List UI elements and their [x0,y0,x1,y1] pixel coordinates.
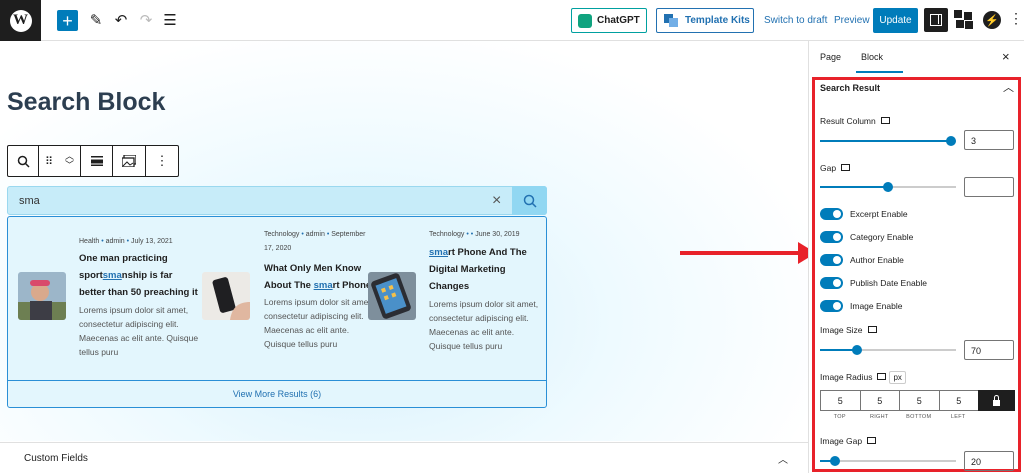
tab-block[interactable]: Block [861,52,883,62]
annotation-arrow [680,251,800,255]
chevron-up-icon[interactable]: ︿ [1003,79,1014,95]
search-icon [523,194,537,208]
result-meta: Technology • • June 30, 2019 [429,231,520,238]
undo-icon[interactable]: ↶ [112,11,130,29]
radius-bottom-input[interactable]: 5 [899,390,939,411]
desktop-icon[interactable] [880,117,890,125]
author-enable-toggle[interactable]: Author Enable [820,254,904,266]
result-title[interactable]: One man practicing sportsmanship is far … [79,250,199,301]
tab-page[interactable]: Page [820,52,841,62]
result-title[interactable]: smart Phone And The Digital Marketing Ch… [429,244,541,295]
search-input[interactable]: sma × [7,186,547,215]
settings-sidebar-toggle-icon[interactable] [924,8,948,32]
publish-date-enable-toggle[interactable]: Publish Date Enable [820,277,927,289]
result-column-input[interactable]: 3 [964,130,1014,150]
image-gap-input[interactable]: 20 [964,451,1014,471]
blocks-icon[interactable] [954,10,974,30]
image-gap-slider[interactable] [820,456,956,466]
redo-icon[interactable]: ↷ [137,11,155,29]
image-enable-toggle[interactable]: Image Enable [820,300,902,312]
result-thumbnail [202,272,250,320]
radius-top-input[interactable]: 5 [820,390,860,411]
image-size-label: Image Size [820,325,877,335]
desktop-icon[interactable] [877,373,887,381]
radius-left-label: LEFT [950,414,966,420]
chevron-up-icon[interactable]: ︿ [778,451,788,466]
image-gap-label: Image Gap [820,436,877,446]
image-size-slider[interactable] [820,345,956,355]
editor-canvas: Search Block ⠿ ︿ ﹀ ⋮ sma × Health • admin [0,41,808,441]
desktop-icon[interactable] [867,437,877,445]
result-excerpt: Lorems ipsum dolor sit amet, consectetur… [79,305,199,357]
image-size-input[interactable]: 70 [964,340,1014,360]
radius-right-label: RIGHT [869,414,889,420]
more-options-icon[interactable]: ⋮ [1009,10,1023,27]
gap-label: Gap [820,163,851,173]
add-block-button[interactable]: + [57,10,78,31]
list-view-icon[interactable]: ☰ [161,11,179,29]
editor-top-toolbar: W + ✎ ↶ ↷ ☰ ChatGPT Template Kits Switch… [0,0,1024,41]
switch-to-draft-link[interactable]: Switch to draft [764,15,827,26]
drag-handle-icon[interactable]: ⠿ [45,155,53,168]
custom-fields-label: Custom Fields [24,453,88,464]
preview-link[interactable]: Preview [834,15,870,26]
update-button[interactable]: Update [873,8,918,33]
wordpress-logo-letter: W [9,9,32,32]
gap-input[interactable] [964,177,1014,197]
section-title[interactable]: Search Result [820,83,880,93]
plugin-icon[interactable]: ⚡ [983,11,1001,29]
radius-top-label: TOP [833,414,846,420]
result-item[interactable]: Technology • • June 30, 2019 smart Phone… [368,217,548,377]
result-meta: Technology • admin • September 17, 2020 [264,231,366,252]
search-block-icon[interactable] [8,146,39,176]
category-enable-toggle[interactable]: Category Enable [820,231,913,243]
chatgpt-label: ChatGPT [597,15,640,26]
radius-labels: TOP RIGHT BOTTOM LEFT [820,414,978,420]
result-title[interactable]: What Only Men Know About The smart Phone [264,260,376,294]
active-tab-indicator [856,71,903,73]
result-excerpt: Lorems ipsum dolor sit amet, consectetur… [429,299,539,351]
unit-selector[interactable]: px [889,371,906,384]
chatgpt-button[interactable]: ChatGPT [571,8,647,33]
search-submit-button[interactable] [512,186,547,215]
template-kits-button[interactable]: Template Kits [656,8,754,33]
wordpress-logo-icon[interactable]: W [0,0,41,41]
clear-search-icon[interactable]: × [492,192,501,210]
image-icon[interactable] [113,146,146,176]
result-item[interactable]: Health • admin • July 13, 2021 One man p… [8,217,198,377]
result-column-slider[interactable] [820,136,956,146]
block-options-icon[interactable]: ⋮ [146,146,178,176]
radius-right-input[interactable]: 5 [859,390,899,411]
settings-sidebar: Page Block × Search Result ︿ Result Colu… [808,41,1024,473]
custom-fields-panel[interactable]: Custom Fields ︿ [0,442,808,473]
pencil-icon[interactable]: ✎ [87,11,105,29]
image-radius-inputs: 5 5 5 5 [820,390,1015,411]
result-excerpt: Lorems ipsum dolor sit amet, consectetur… [264,297,374,349]
radius-bottom-label: BOTTOM [906,414,932,420]
excerpt-enable-toggle[interactable]: Excerpt Enable [820,208,908,220]
search-results-panel: Health • admin • July 13, 2021 One man p… [7,216,547,408]
view-more-results-button[interactable]: View More Results (6) [8,380,546,407]
block-toolbar: ⠿ ︿ ﹀ ⋮ [7,145,179,177]
result-item[interactable]: Technology • admin • September 17, 2020 … [188,217,373,377]
template-kits-icon [664,14,679,27]
lock-icon[interactable] [978,390,1015,411]
radius-left-input[interactable]: 5 [938,390,978,411]
page-title[interactable]: Search Block [7,88,165,117]
chatgpt-icon [578,13,592,28]
image-radius-label: Image Radius px [820,371,906,384]
desktop-icon[interactable] [867,326,877,334]
result-column-label: Result Column [820,116,890,126]
result-thumbnail [18,272,66,320]
close-icon[interactable]: × [1002,49,1010,64]
search-input-value: sma [19,195,40,207]
result-meta: Health • admin • July 13, 2021 [79,238,173,245]
desktop-icon[interactable] [841,164,851,172]
align-icon[interactable] [81,146,113,176]
move-up-down-icon[interactable]: ︿ ﹀ [65,152,74,170]
template-kits-label: Template Kits [685,15,750,26]
result-thumbnail [368,272,416,320]
gap-slider[interactable] [820,182,956,192]
drag-move-controls[interactable]: ⠿ ︿ ﹀ [39,146,81,176]
